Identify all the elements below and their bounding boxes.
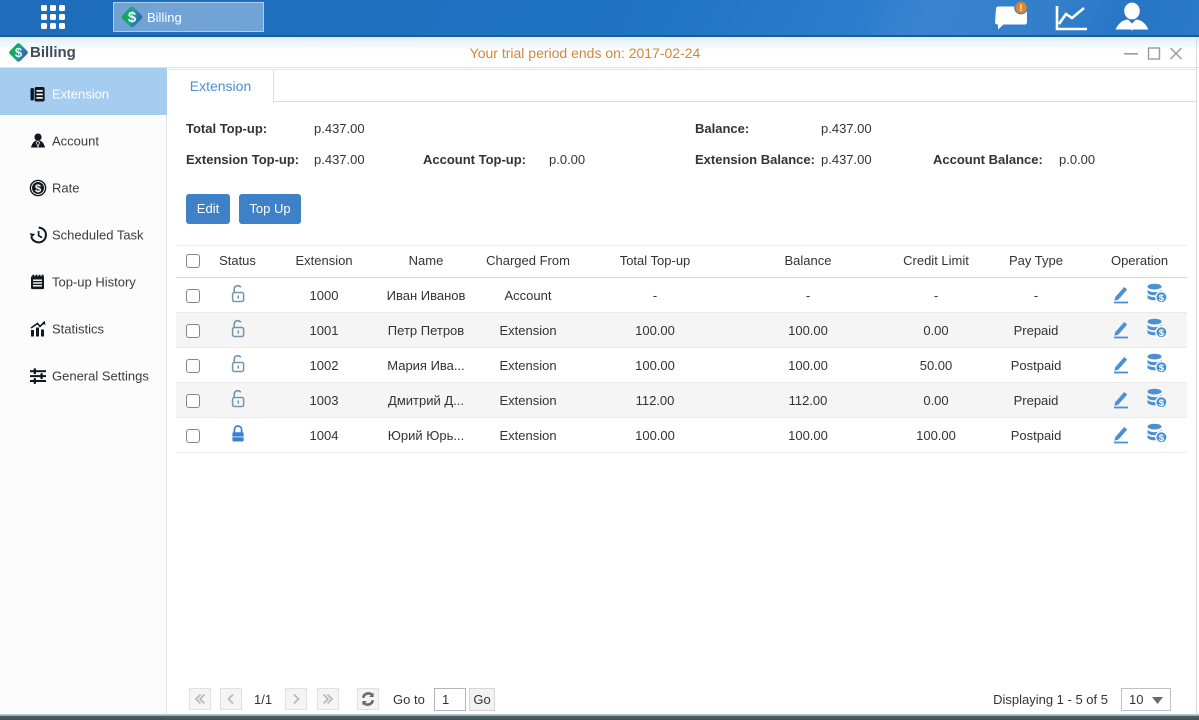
svg-text:$: $ — [1159, 293, 1165, 304]
svg-text:$: $ — [1159, 363, 1165, 374]
svg-text:$: $ — [1159, 328, 1165, 339]
svg-text:$: $ — [1159, 398, 1165, 409]
svg-text:$: $ — [1159, 433, 1165, 444]
svg-text:$: $ — [128, 9, 137, 26]
svg-text:$: $ — [35, 183, 42, 195]
